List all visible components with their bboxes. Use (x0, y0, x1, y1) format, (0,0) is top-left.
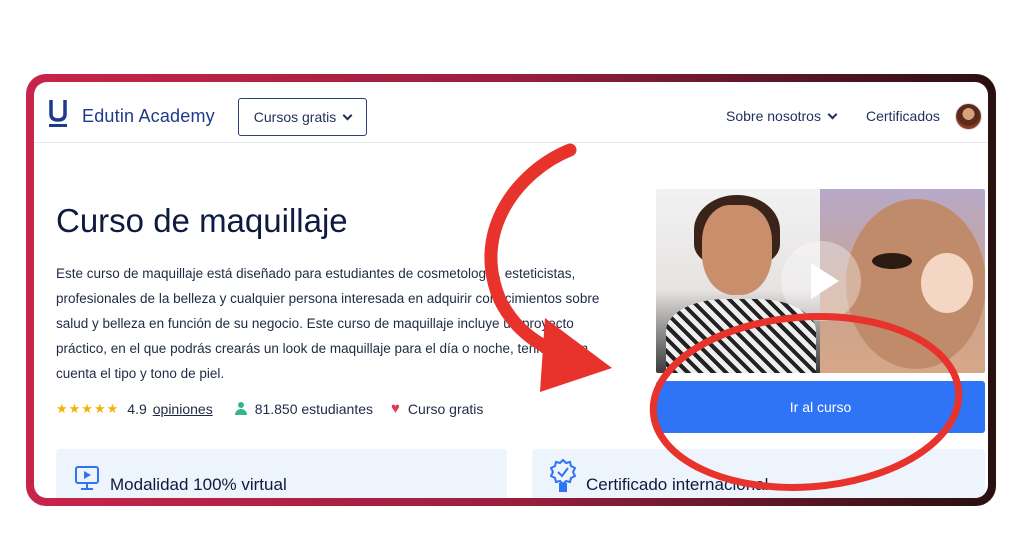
monitor-icon (75, 466, 99, 490)
certificate-badge-icon (550, 459, 576, 492)
chevron-down-icon (827, 109, 838, 119)
browser-screen: Edutin Academy Cursos gratis Sobre nosot… (34, 82, 988, 498)
course-meta: ★★★★★ 4.9 opiniones 81.850 estudiantes ♥… (56, 400, 483, 417)
site-header: Edutin Academy Cursos gratis Sobre nosot… (34, 82, 988, 143)
feature-label: Modalidad 100% virtual (110, 475, 287, 494)
device-frame: Edutin Academy Cursos gratis Sobre nosot… (26, 74, 996, 506)
feature-card-virtual: Modalidad 100% virtual (56, 449, 507, 498)
about-us-menu[interactable]: Sobre nosotros (726, 108, 838, 124)
logo-text[interactable]: Edutin Academy (82, 106, 215, 127)
free-courses-dropdown[interactable]: Cursos gratis (238, 98, 367, 136)
play-icon[interactable] (781, 241, 861, 321)
feature-card-certificate: Certificado internacional (532, 449, 985, 498)
reviews-link[interactable]: opiniones (153, 401, 213, 417)
user-avatar[interactable] (955, 103, 982, 130)
course-video-preview[interactable] (656, 189, 985, 373)
go-to-course-button[interactable]: Ir al curso (656, 381, 985, 433)
feature-label: Certificado internacional (586, 475, 769, 494)
course-description: Este curso de maquillaje está diseñado p… (56, 266, 600, 381)
rating-value: 4.9 (127, 400, 147, 417)
free-course-label: Curso gratis (407, 400, 484, 417)
students-icon (234, 402, 247, 415)
course-title: Curso de maquillaje (56, 202, 348, 239)
free-courses-label: Cursos gratis (253, 109, 337, 125)
edutin-logo-icon[interactable] (48, 98, 68, 128)
students-count: 81.850 estudiantes (254, 400, 374, 417)
about-us-label: Sobre nosotros (726, 108, 821, 124)
chevron-down-icon (342, 110, 353, 120)
certificates-link[interactable]: Certificados (866, 108, 940, 124)
rating-stars-icon: ★★★★★ (56, 400, 120, 416)
heart-icon: ♥ (391, 400, 400, 417)
